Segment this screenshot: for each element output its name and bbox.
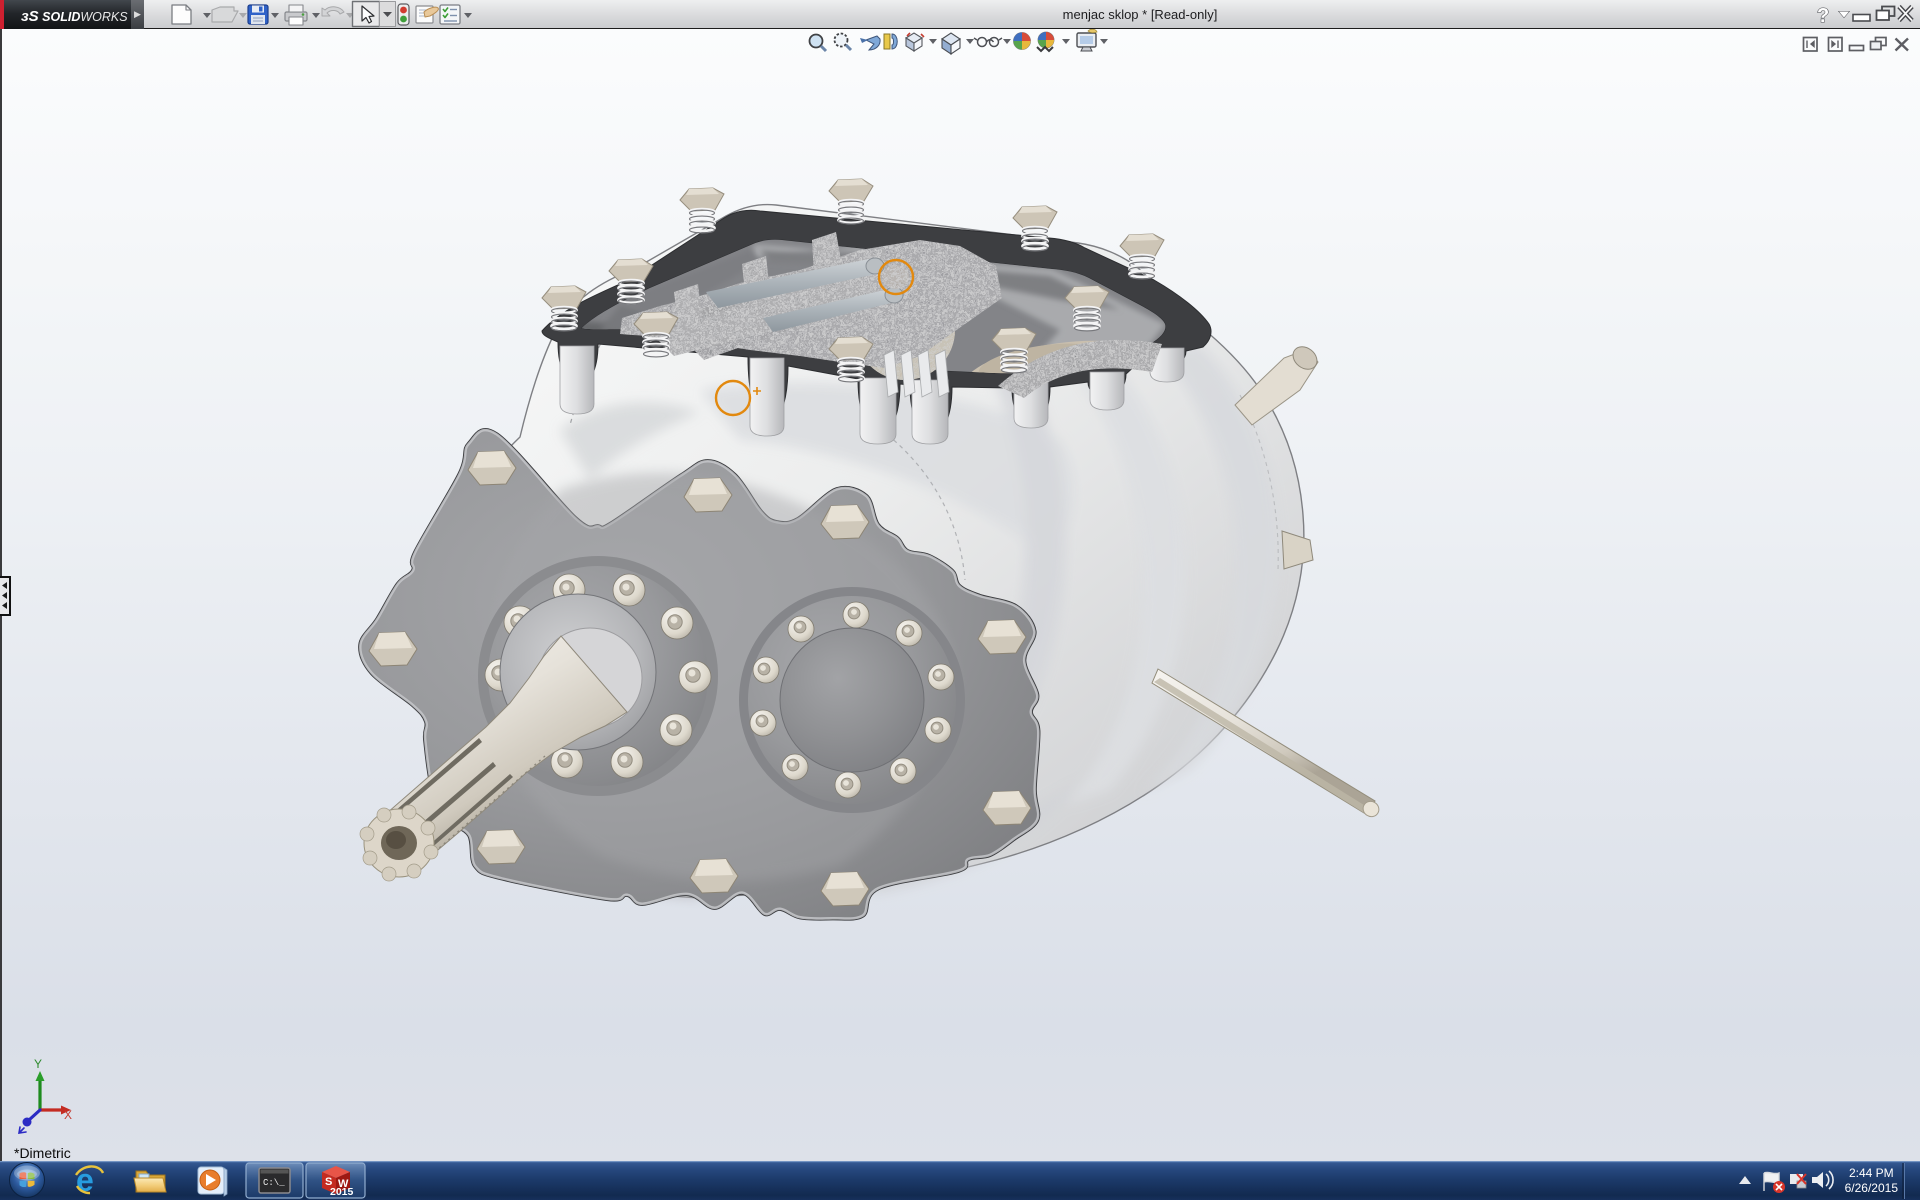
svg-text:X: X xyxy=(64,1108,72,1122)
svg-text:?: ? xyxy=(1817,5,1829,27)
svg-text:Y: Y xyxy=(34,1057,42,1071)
